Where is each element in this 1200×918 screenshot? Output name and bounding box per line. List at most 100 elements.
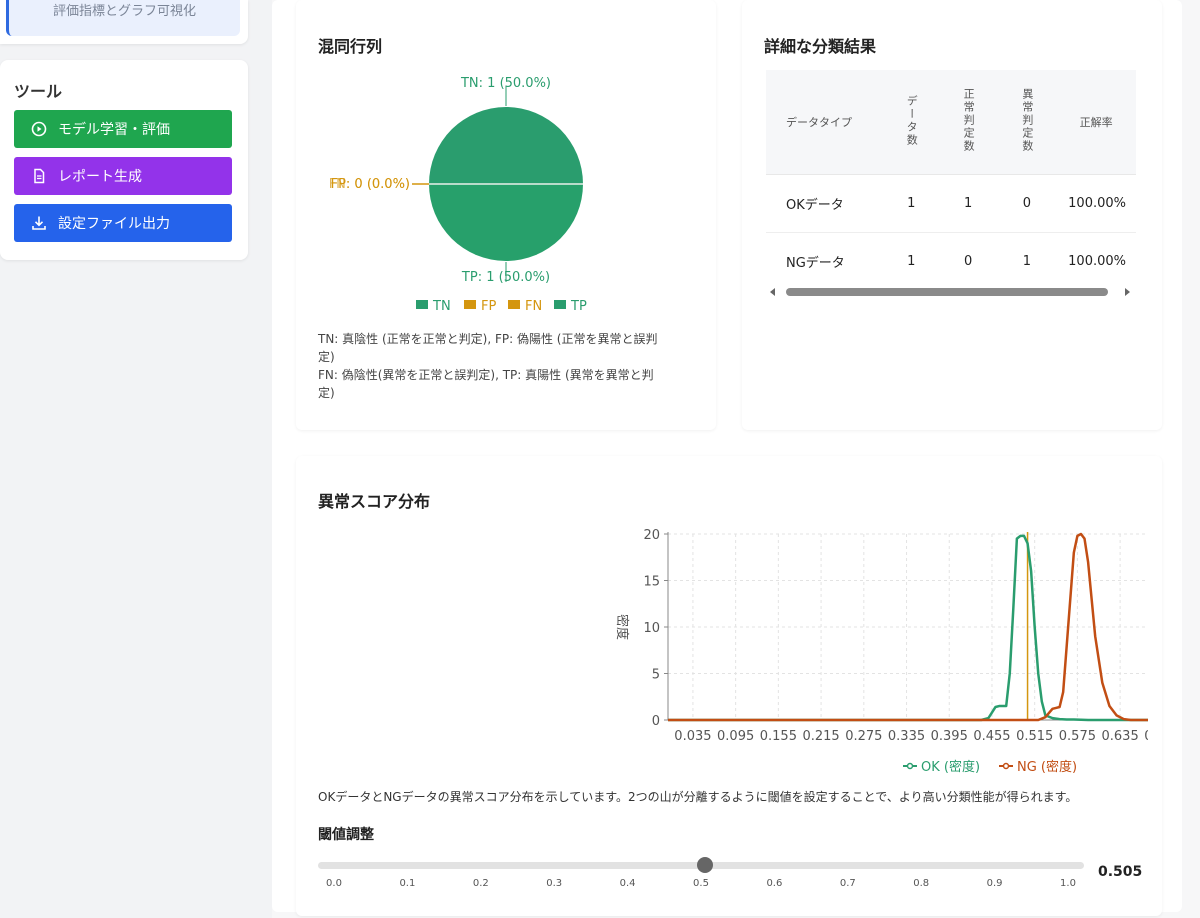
legend-swatch-fp — [464, 300, 476, 309]
slider-tick-label: 0.4 — [619, 878, 636, 889]
slider-tick-label: 0.2 — [472, 878, 489, 889]
sidebar: 評価指標とグラフ可視化 ツール モデル学習・評価 レポート生成 設定ファイル出力 — [0, 0, 272, 918]
x-tick-label: 0.095 — [717, 729, 754, 744]
confusion-matrix-title: 混同行列 — [318, 37, 383, 56]
y-axis-label: 密度 — [614, 614, 630, 640]
legend-swatch-tn — [416, 300, 428, 309]
cell-type: OKデータ — [766, 174, 884, 233]
pie-slice-tp[interactable] — [429, 184, 583, 261]
x-tick-label: 0.455 — [973, 729, 1010, 744]
confusion-pie-chart: TN: 1 (50.0%) TP: 1 (50.0%) FP: 0 (0.0%)… — [329, 76, 587, 314]
main-content: 混同行列 TN: 1 (50.0%) TP: 1 (50.0%) FP: 0 (… — [272, 0, 1200, 918]
legend-label-tp[interactable]: TP — [570, 299, 587, 314]
header-count: データ数 — [883, 70, 939, 175]
legend-label-fp[interactable]: FP — [481, 299, 496, 314]
slider-tick-label: 1.0 — [1060, 878, 1076, 889]
table-header-row: データタイプ データ数 正常判定数 異常判定数 正解率 — [766, 70, 1136, 175]
y-tick-label: 0 — [652, 714, 660, 729]
note-line-1: TN: 真陰性 (正常を正常と判定), FP: 偽陽性 (正常を異常と誤判 — [318, 332, 658, 346]
x-tick-label: 0.155 — [760, 729, 797, 744]
tools-card: ツール モデル学習・評価 レポート生成 設定ファイル出力 — [0, 60, 248, 260]
x-tick-label: 0.215 — [802, 729, 839, 744]
horizontal-scrollbar[interactable] — [766, 286, 1136, 298]
header-accuracy: 正解率 — [1056, 70, 1136, 175]
distribution-description: OKデータとNGデータの異常スコア分布を示しています。2つの山が分離するように閾… — [318, 790, 1078, 804]
x-tick-label: 0.035 — [674, 729, 711, 744]
export-config-button[interactable]: 設定ファイル出力 — [14, 204, 232, 242]
x-tick-label: 0.515 — [1016, 729, 1053, 744]
cell-accuracy: 100.00% — [1056, 174, 1136, 233]
tools-title: ツール — [14, 82, 63, 101]
slider-tick-label: 0.7 — [839, 878, 856, 889]
train-evaluate-button[interactable]: モデル学習・評価 — [14, 110, 232, 148]
header-normal: 正常判定数 — [938, 70, 998, 175]
note-line-2b: 定) — [318, 386, 335, 400]
cell-normal: 1 — [938, 174, 998, 233]
table-row: OKデータ 1 1 0 100.00% — [766, 174, 1136, 233]
generate-report-label: レポート生成 — [58, 169, 142, 185]
classification-table: データタイプ データ数 正常判定数 異常判定数 正解率 OKデータ 1 1 0 … — [766, 70, 1136, 290]
legend-swatch-tp — [554, 300, 566, 309]
sidebar-nav-card: 評価指標とグラフ可視化 — [0, 0, 248, 44]
x-tick-label: 0.395 — [931, 729, 968, 744]
threshold-title: 閾値調整 — [318, 827, 374, 843]
slider-tick-label: 0.8 — [913, 878, 930, 889]
cell-abnormal: 1 — [1022, 254, 1032, 269]
slider-tick-label: 0.5 — [693, 878, 709, 889]
header-abnormal: 異常判定数 — [997, 70, 1057, 175]
generate-report-button[interactable]: レポート生成 — [14, 157, 232, 195]
classification-title: 詳細な分類結果 — [764, 37, 877, 56]
tn-label: TN: 1 (50.0%) — [460, 76, 551, 91]
cell-accuracy: 100.00% — [1068, 254, 1126, 269]
export-config-label: 設定ファイル出力 — [58, 216, 170, 232]
cell-normal: 0 — [963, 254, 973, 269]
scroll-left-arrow-icon[interactable] — [768, 287, 778, 297]
threshold-slider-handle[interactable] — [696, 857, 713, 873]
pie-slice-tn[interactable] — [429, 107, 583, 184]
threshold-value: 0.505 — [1098, 864, 1143, 880]
x-tick-label: 0.695 — [1144, 729, 1148, 744]
y-tick-label: 5 — [652, 668, 660, 683]
x-tick-label: 0.275 — [845, 729, 882, 744]
scrollbar-thumb[interactable] — [786, 288, 1108, 296]
classification-panel: 詳細な分類結果 データタイプ データ数 正常判定数 異常判定数 正解率 OKデー… — [742, 0, 1162, 430]
header-datatype: データタイプ — [766, 70, 884, 175]
score-distribution-chart: 0 5 10 15 20 0.035 0.095 0.155 0.215 0.275 0.335 0.… — [614, 528, 1148, 775]
train-evaluate-label: モデル学習・評価 — [58, 122, 170, 138]
distribution-title: 異常スコア分布 — [318, 492, 431, 511]
cell-abnormal: 0 — [997, 174, 1057, 233]
legend-swatch-fn — [508, 300, 520, 309]
slider-tick-label: 0.3 — [546, 878, 563, 889]
note-line-2: FN: 偽陰性(異常を正常と誤判定), TP: 真陽性 (異常を異常と判 — [318, 368, 654, 382]
slider-tick-labels: 0.0 0.1 0.2 0.3 0.4 0.5 0.6 0.7 0.8 0.9 1.0 — [318, 878, 1084, 892]
note-line-1b: 定) — [318, 350, 335, 364]
y-tick-label: 20 — [643, 528, 660, 543]
legend-label-ok: OK (密度) — [921, 759, 980, 775]
table-row: NGデータ 1 0 1 100.00% — [766, 233, 1136, 291]
sidebar-item-metrics[interactable]: 評価指標とグラフ可視化 — [6, 0, 240, 36]
confusion-matrix-panel: 混同行列 TN: 1 (50.0%) TP: 1 (50.0%) FP: 0 (… — [296, 0, 716, 430]
cell-type: NGデータ — [786, 256, 845, 271]
legend-label-tn[interactable]: TN — [432, 299, 451, 314]
y-tick-label: 10 — [643, 621, 660, 636]
series-line-ok — [668, 534, 1148, 722]
cell-count: 1 — [883, 174, 939, 233]
sidebar-item-label: 評価指標とグラフ可視化 — [52, 4, 196, 19]
legend-label-fn[interactable]: FN — [525, 299, 542, 314]
confusion-note: TN: 真陰性 (正常を正常と判定), FP: 偽陽性 (正常を異常と誤判 定)… — [318, 330, 688, 402]
y-tick-label: 15 — [643, 575, 660, 590]
document-icon — [34, 168, 45, 184]
scroll-right-arrow-icon[interactable] — [1122, 287, 1132, 297]
x-tick-label: 0.635 — [1102, 729, 1139, 744]
tp-label: TP: 1 (50.0%) — [461, 270, 550, 285]
slider-tick-label: 0.0 — [326, 878, 342, 889]
legend-marker-ng — [1002, 762, 1010, 770]
slider-tick-label: 0.9 — [986, 878, 1003, 889]
legend-marker-ok — [906, 762, 914, 770]
x-tick-label: 0.575 — [1059, 729, 1096, 744]
play-circle-icon — [31, 121, 47, 137]
legend-label-ng: NG (密度) — [1017, 759, 1077, 775]
x-tick-label: 0.335 — [888, 729, 925, 744]
cell-count: 1 — [907, 254, 916, 269]
results-card: 混同行列 TN: 1 (50.0%) TP: 1 (50.0%) FP: 0 (… — [272, 0, 1182, 916]
